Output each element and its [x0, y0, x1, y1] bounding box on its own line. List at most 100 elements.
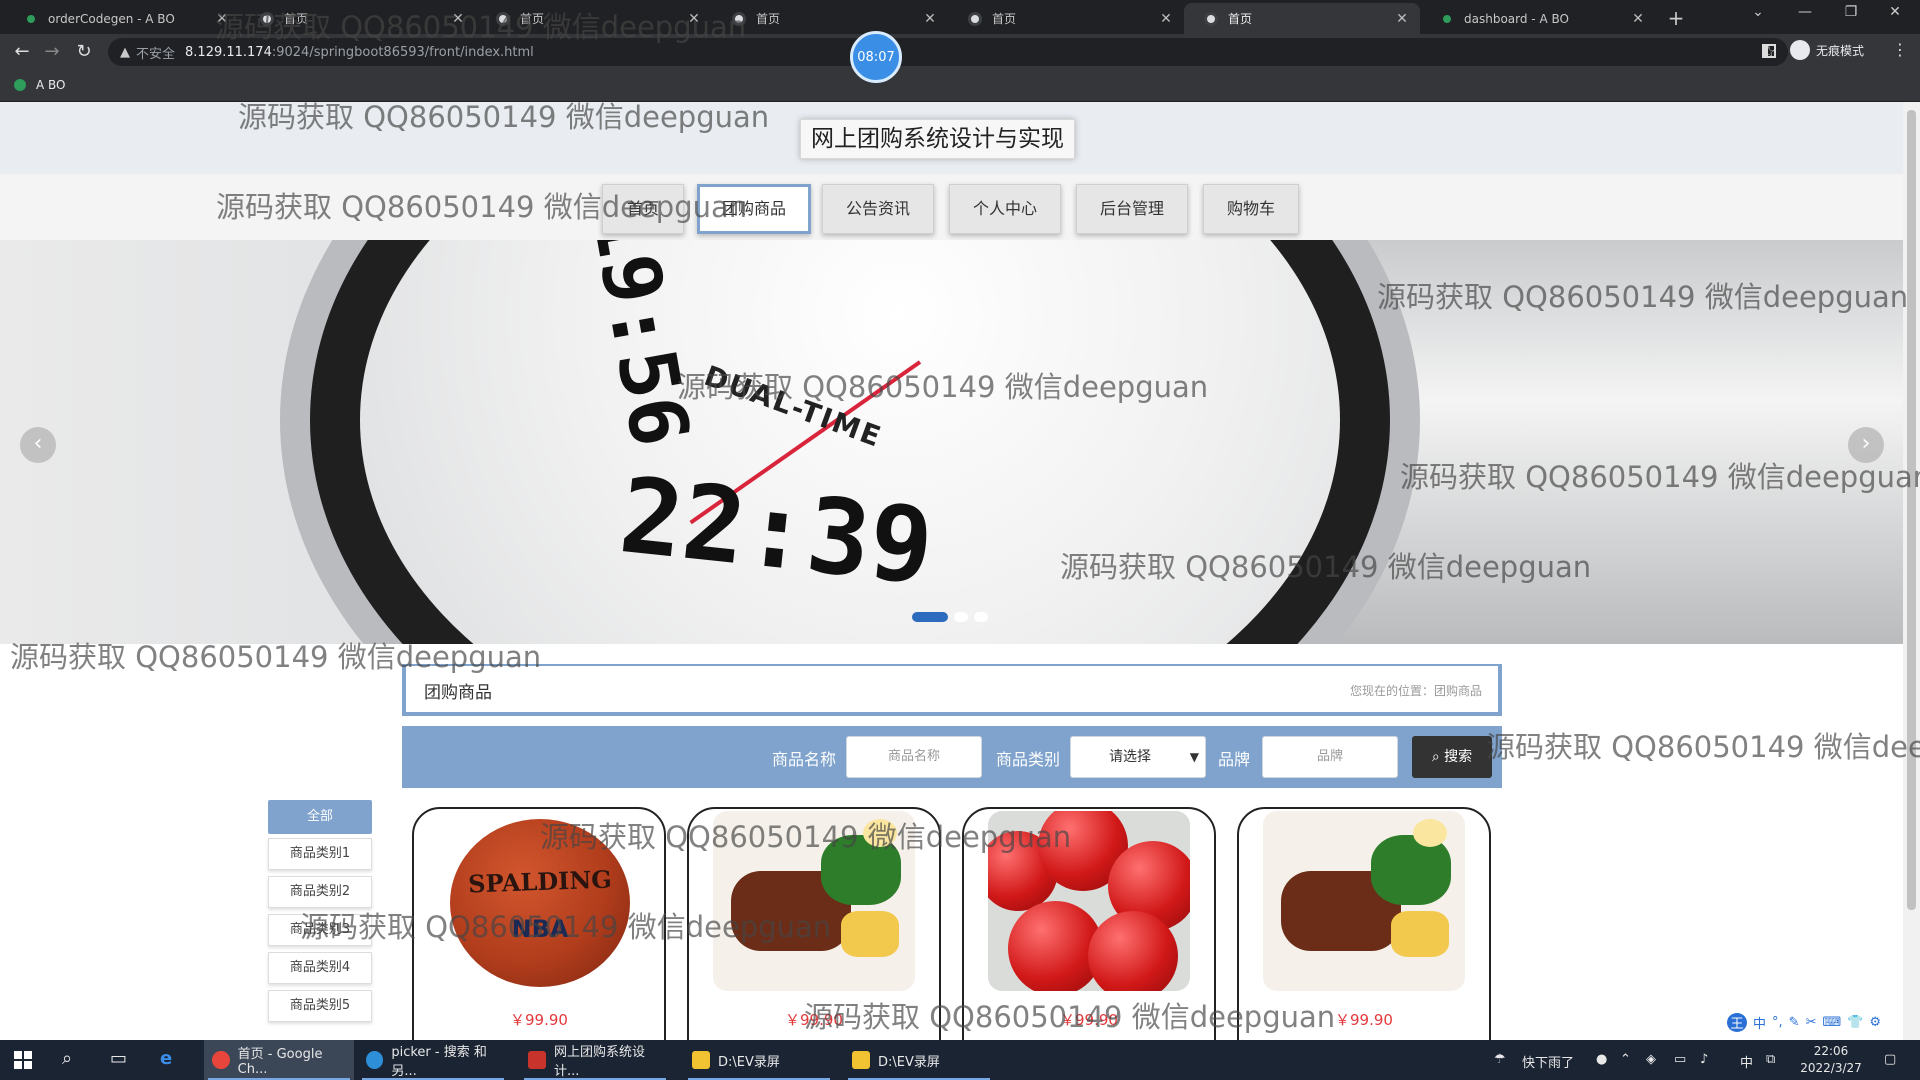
page-scrollbar[interactable] [1903, 102, 1920, 1040]
taskbar-item-folder[interactable]: D:\EV录屏 [844, 1040, 994, 1080]
carousel-indicators [912, 612, 994, 622]
nav-personal-center[interactable]: 个人中心 [949, 184, 1061, 234]
category-item-1[interactable]: 商品类别1 [268, 838, 372, 870]
tab-close-icon[interactable]: ✕ [450, 11, 466, 27]
tab-search-icon[interactable]: ⌄ [1743, 4, 1773, 20]
browser-menu-icon[interactable]: ⋮ [1892, 40, 1908, 59]
category-label: 商品类别 [996, 750, 1061, 769]
category-item-4[interactable]: 商品类别4 [268, 952, 372, 984]
taskbar-item-word[interactable]: 网上团购系统设计... [520, 1040, 670, 1080]
category-all[interactable]: 全部 [268, 800, 372, 834]
volume-icon[interactable]: ♪ [1700, 1052, 1708, 1067]
side-panel-icon[interactable] [1762, 44, 1776, 58]
minimize-button[interactable]: — [1790, 4, 1820, 20]
new-tab-button[interactable]: + [1664, 6, 1688, 30]
search-icon[interactable]: ⌕ [62, 1048, 72, 1069]
browser-tab-1[interactable]: 首页 ✕ [240, 3, 476, 34]
keyboard-icon[interactable]: ⌨ [1822, 1015, 1841, 1030]
category-item-3[interactable]: 商品类别3 [268, 914, 372, 946]
task-view-icon[interactable]: ▭ [110, 1048, 127, 1069]
windows-start-icon[interactable] [14, 1051, 32, 1069]
wechat-icon[interactable]: ● [1596, 1052, 1607, 1067]
forward-icon[interactable]: → [40, 41, 64, 62]
breadcrumb: 您现在的位置：团购商品 [1349, 684, 1482, 698]
tab-favicon-icon [260, 11, 274, 26]
back-icon[interactable]: ← [10, 41, 34, 62]
category-item-5[interactable]: 商品类别5 [268, 990, 372, 1022]
notification-icon[interactable]: ▢ [1884, 1052, 1896, 1067]
ime-toolbar[interactable]: 王 中 °, ✎ ✂ ⌨ 👕 ⚙ [1720, 1010, 1889, 1034]
ime-mode-icon[interactable]: ⧉ [1766, 1052, 1775, 1067]
main-nav: 首页 团购商品 公告资讯 个人中心 后台管理 购物车 [0, 174, 1903, 240]
product-card[interactable]: ￥99.90 [687, 807, 941, 1040]
product-card[interactable]: SPALDING NBA ￥99.90 [412, 807, 666, 1040]
bookmark-favicon-icon [14, 79, 26, 91]
product-price: ￥99.90 [1335, 1011, 1393, 1029]
ie-icon[interactable]: e [160, 1048, 172, 1069]
chevron-right-icon[interactable]: › [1848, 427, 1884, 463]
skin-icon[interactable]: 👕 [1847, 1015, 1863, 1030]
nav-news[interactable]: 公告资讯 [822, 184, 934, 234]
category-item-2[interactable]: 商品类别2 [268, 876, 372, 908]
ime-logo-icon[interactable]: 王 [1727, 1012, 1747, 1032]
system-clock[interactable]: 22:06 2022/3/27 [1796, 1043, 1866, 1077]
ime-item[interactable]: °, [1772, 1015, 1783, 1030]
incognito-profile[interactable]: 无痕模式 [1790, 40, 1864, 60]
bookmarks-bar: A BO [0, 70, 1920, 102]
clock-time: 22:06 [1813, 1044, 1849, 1058]
browser-tab-2[interactable]: 首页 ✕ [476, 3, 712, 34]
scissors-icon[interactable]: ✂ [1806, 1015, 1817, 1030]
taskbar-item-folder[interactable]: D:\EV录屏 [684, 1040, 834, 1080]
ime-item[interactable]: 中 [1753, 1013, 1766, 1032]
weather-label[interactable]: 快下雨了 [1522, 1052, 1574, 1071]
category-select[interactable]: 请选择 ▼ [1070, 736, 1206, 778]
browser-tab-4[interactable]: 首页 ✕ [948, 3, 1184, 34]
browser-tab-6[interactable]: dashboard - A BO ✕ [1420, 3, 1656, 34]
tab-close-icon[interactable]: ✕ [686, 11, 702, 27]
taskbar-item-label: D:\EV录屏 [718, 1054, 780, 1070]
carousel-dot[interactable] [954, 612, 968, 622]
clock-date: 2022/3/27 [1800, 1061, 1862, 1075]
product-card[interactable]: ￥99.90 [1237, 807, 1491, 1040]
scrollbar-thumb[interactable] [1907, 110, 1916, 910]
site-title: 网上团购系统设计与实现 [800, 119, 1075, 159]
weather-icon[interactable]: ☂ [1494, 1052, 1506, 1067]
security-shield-icon[interactable]: ◈ [1646, 1052, 1656, 1067]
product-price: ￥99.90 [785, 1011, 843, 1029]
tab-close-icon[interactable]: ✕ [1630, 11, 1646, 27]
nav-home[interactable]: 首页 [602, 184, 684, 234]
nav-group-products[interactable]: 团购商品 [697, 184, 811, 234]
browser-tab-0[interactable]: orderCodegen - A BO ✕ [4, 3, 240, 34]
tab-close-icon[interactable]: ✕ [1158, 11, 1174, 27]
search-button[interactable]: ⌕ 搜索 [1412, 736, 1492, 778]
tab-label: 首页 [1228, 12, 1253, 26]
chevron-left-icon[interactable]: ‹ [20, 427, 56, 463]
carousel-dot[interactable] [912, 612, 948, 622]
close-window-button[interactable]: ✕ [1880, 4, 1910, 20]
carousel-dot[interactable] [974, 612, 988, 622]
tab-close-icon[interactable]: ✕ [214, 11, 230, 27]
product-name-input[interactable]: 商品名称 [846, 736, 982, 778]
network-icon[interactable]: ▭ [1674, 1052, 1686, 1067]
nav-cart[interactable]: 购物车 [1203, 184, 1299, 234]
browser-tab-5[interactable]: 首页 ✕ [1184, 3, 1420, 34]
site-header: 网上团购系统设计与实现 [0, 102, 1903, 174]
reload-icon[interactable]: ↻ [72, 41, 96, 62]
nav-admin[interactable]: 后台管理 [1076, 184, 1188, 234]
address-bar[interactable]: ▲ 不安全 8.129.11.174 :9024/springboot86593… [108, 38, 1788, 66]
tab-close-icon[interactable]: ✕ [1394, 11, 1410, 27]
browser-tab-3[interactable]: 首页 ✕ [712, 3, 948, 34]
ime-indicator[interactable]: 中 [1740, 1052, 1753, 1071]
taskbar-item-edge[interactable]: picker - 搜索 和另... [358, 1040, 508, 1080]
tab-close-icon[interactable]: ✕ [922, 11, 938, 27]
chevron-up-icon[interactable]: ⌃ [1620, 1052, 1631, 1067]
gear-icon[interactable]: ⚙ [1869, 1015, 1881, 1030]
bookmark-item[interactable]: A BO [14, 78, 66, 92]
taskbar-item-chrome[interactable]: 首页 - Google Ch... [204, 1040, 354, 1080]
pen-icon[interactable]: ✎ [1789, 1015, 1800, 1030]
basketball-brand-text: SPALDING [467, 864, 613, 899]
brand-input[interactable]: 品牌 [1262, 736, 1398, 778]
product-card[interactable]: ￥99.90 [962, 807, 1216, 1040]
restore-button[interactable]: ❐ [1836, 4, 1866, 20]
banner-carousel[interactable]: 19:56 DUAL-TIME 22:39 ‹ › [0, 240, 1903, 644]
